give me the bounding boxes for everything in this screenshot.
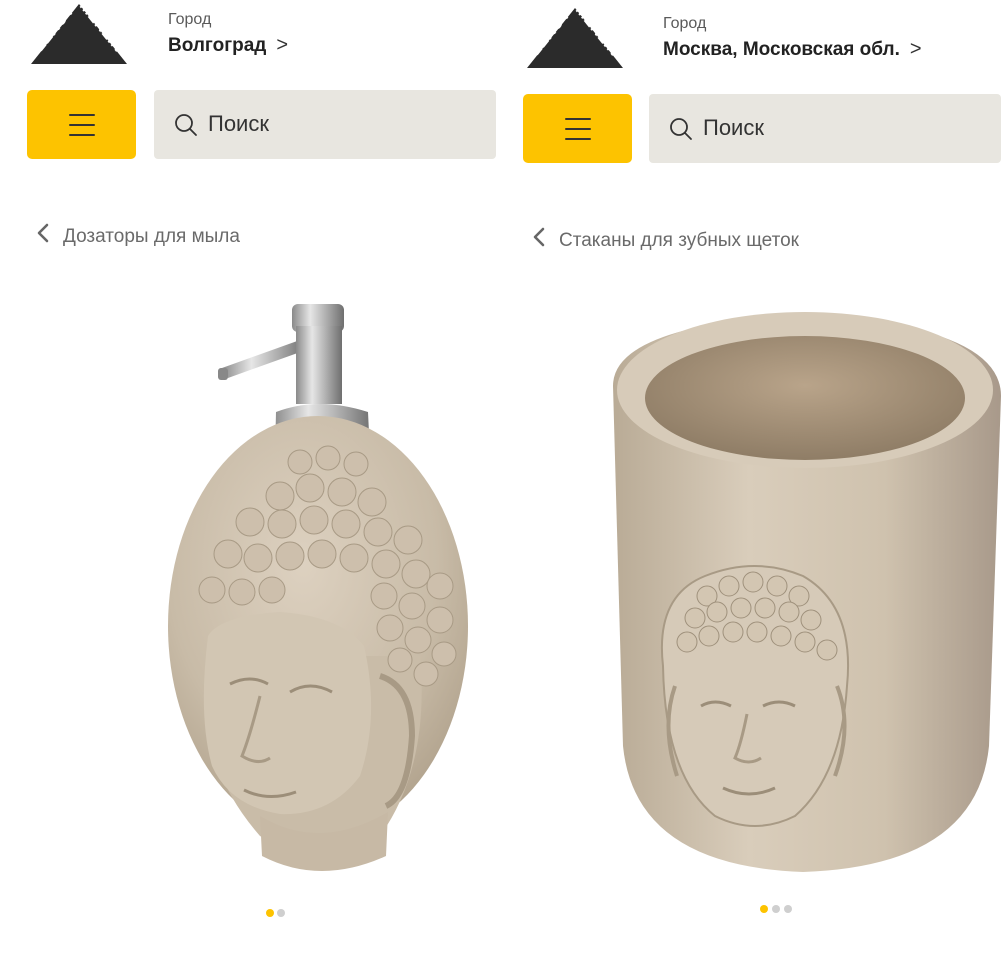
search-icon [175,114,197,136]
product-image-toothbrush-cup[interactable] [605,306,1001,876]
search-placeholder: Поиск [703,115,764,140]
carousel-indicator[interactable] [266,909,296,917]
city-label: Город [168,11,212,28]
menu-button[interactable] [523,94,632,163]
city-value: Волгоград [168,35,267,56]
chevron-left-icon [37,223,49,243]
city-value: Москва, Московская обл. [663,39,900,60]
search-placeholder: Поиск [208,111,269,136]
breadcrumb-back-link[interactable]: Стаканы для зубных щеток [533,226,799,252]
leroy-merlin-logo[interactable]: LEROY MERLIN [27,0,129,66]
hamburger-icon [565,118,591,140]
left-screenshot: LEROY MERLIN Город Волгоград > Поиск Доза… [0,0,496,967]
search-input[interactable]: Поиск [649,94,1001,163]
city-selector[interactable]: Москва, Московская обл. > [663,38,922,61]
chevron-right-icon: > [276,34,289,56]
carousel-dot-1[interactable] [266,909,274,917]
leroy-merlin-logo[interactable]: LEROY MERLIN [523,4,625,70]
carousel-indicator[interactable] [760,905,800,913]
menu-button[interactable] [27,90,136,159]
city-label: Город [663,15,707,32]
carousel-dot-2[interactable] [772,905,780,913]
breadcrumb-back-link[interactable]: Дозаторы для мыла [37,222,240,248]
carousel-dot-2[interactable] [277,909,285,917]
chevron-left-icon [533,227,545,247]
hamburger-icon [69,114,95,136]
divider [496,0,505,967]
right-screenshot: LEROY MERLIN Город Москва, Московская об… [505,0,1001,967]
carousel-dot-3[interactable] [784,905,792,913]
carousel-dot-1[interactable] [760,905,768,913]
breadcrumb-label: Стаканы для зубных щеток [559,230,799,251]
search-input[interactable]: Поиск [154,90,496,159]
chevron-right-icon: > [909,38,922,60]
search-icon [670,118,692,140]
product-image-soap-dispenser[interactable] [150,296,480,886]
city-selector[interactable]: Волгоград > [168,34,288,57]
breadcrumb-label: Дозаторы для мыла [63,226,240,247]
